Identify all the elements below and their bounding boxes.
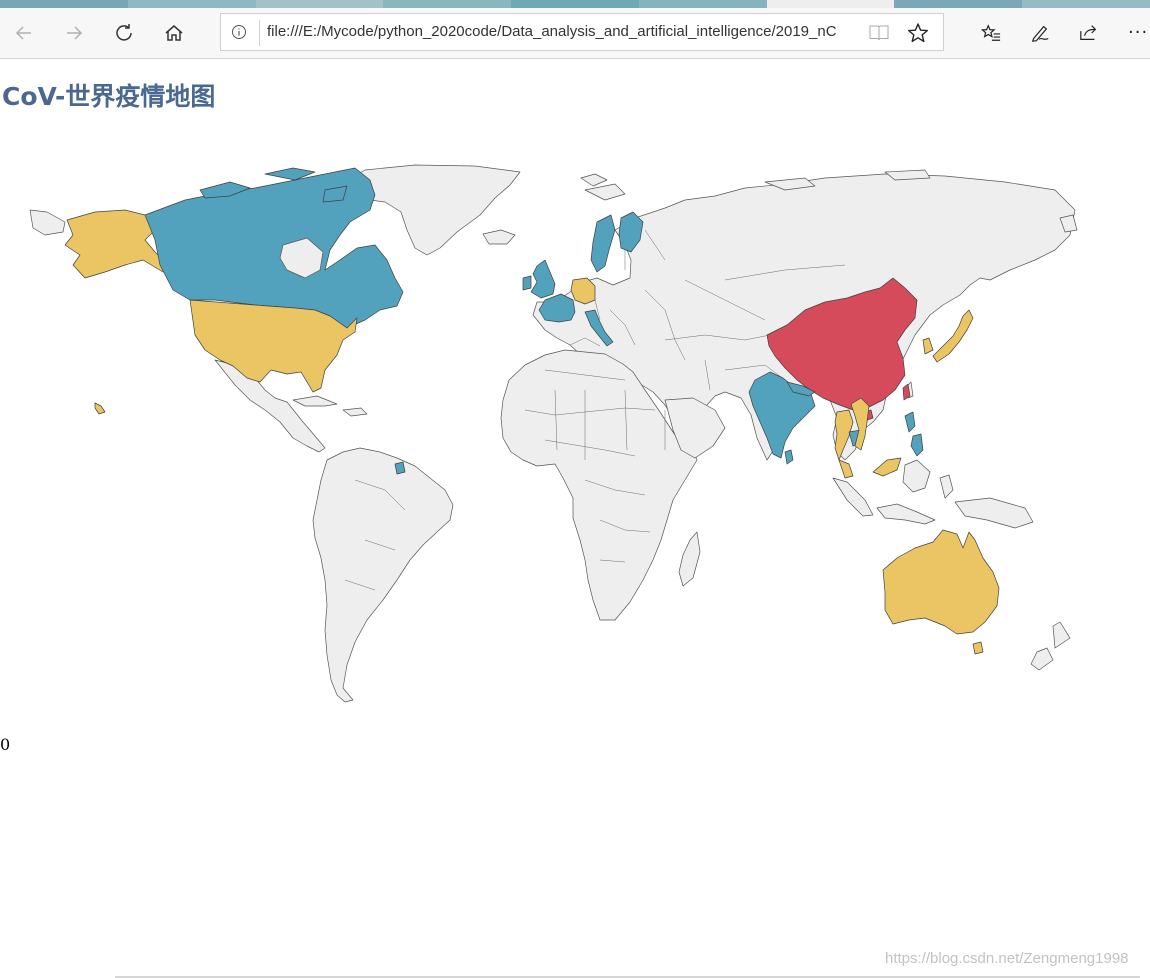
refresh-icon [116, 24, 132, 41]
notes-button[interactable] [1024, 17, 1056, 49]
pen-icon [1031, 25, 1049, 42]
info-icon[interactable] [231, 24, 247, 40]
favorite-star-icon[interactable] [907, 22, 929, 44]
country-canada [144, 167, 404, 329]
tab-strip [0, 0, 1150, 8]
country-ireland [522, 275, 532, 291]
forward-arrow-icon [67, 26, 83, 40]
refresh-button[interactable] [108, 17, 140, 49]
more-options-button[interactable]: ··· [1128, 22, 1148, 43]
land-yukon [29, 209, 66, 236]
browser-toolbar: file:///E:/Mycode/python_2020code/Data_a… [0, 8, 1150, 59]
country-united-kingdom [530, 259, 556, 299]
url-text[interactable]: file:///E:/Mycode/python_2020code/Data_a… [267, 23, 867, 40]
forward-button[interactable] [58, 17, 90, 49]
land-indonesia [832, 459, 1034, 529]
country-malaysia [838, 457, 902, 479]
footer-value-text: 0 [0, 735, 11, 754]
land-madagascar [678, 531, 701, 587]
share-button[interactable] [1073, 17, 1105, 49]
land-iceland [482, 229, 516, 245]
land-new-zealand [1030, 621, 1071, 671]
land-south-america [312, 447, 454, 703]
favorites-list-icon [981, 24, 1001, 41]
favorites-button[interactable] [975, 17, 1007, 49]
country-south-korea [922, 337, 934, 355]
land-svalbard [580, 173, 608, 187]
land-caribbean [292, 395, 368, 417]
reading-view-icon[interactable] [869, 24, 889, 42]
country-sweden [590, 214, 616, 273]
watermark-text: https://blog.csdn.net/Zengmeng1998 [885, 950, 1129, 967]
country-japan [932, 309, 974, 363]
share-icon [1080, 25, 1097, 40]
country-australia [882, 529, 1000, 635]
home-icon [165, 25, 183, 41]
country-tasmania [972, 641, 984, 655]
back-arrow-icon [15, 26, 31, 40]
country-hawaii [94, 402, 106, 415]
country-french-guiana [394, 461, 406, 475]
home-button[interactable] [158, 17, 190, 49]
page-title: CoV-世界疫情地图 [2, 82, 216, 111]
country-france [538, 293, 576, 323]
back-button[interactable] [8, 17, 40, 49]
country-philippines [904, 411, 924, 457]
address-bar[interactable]: file:///E:/Mycode/python_2020code/Data_a… [220, 13, 944, 51]
country-sri-lanka [784, 449, 794, 465]
address-separator [259, 20, 260, 46]
world-map [29, 164, 1078, 703]
